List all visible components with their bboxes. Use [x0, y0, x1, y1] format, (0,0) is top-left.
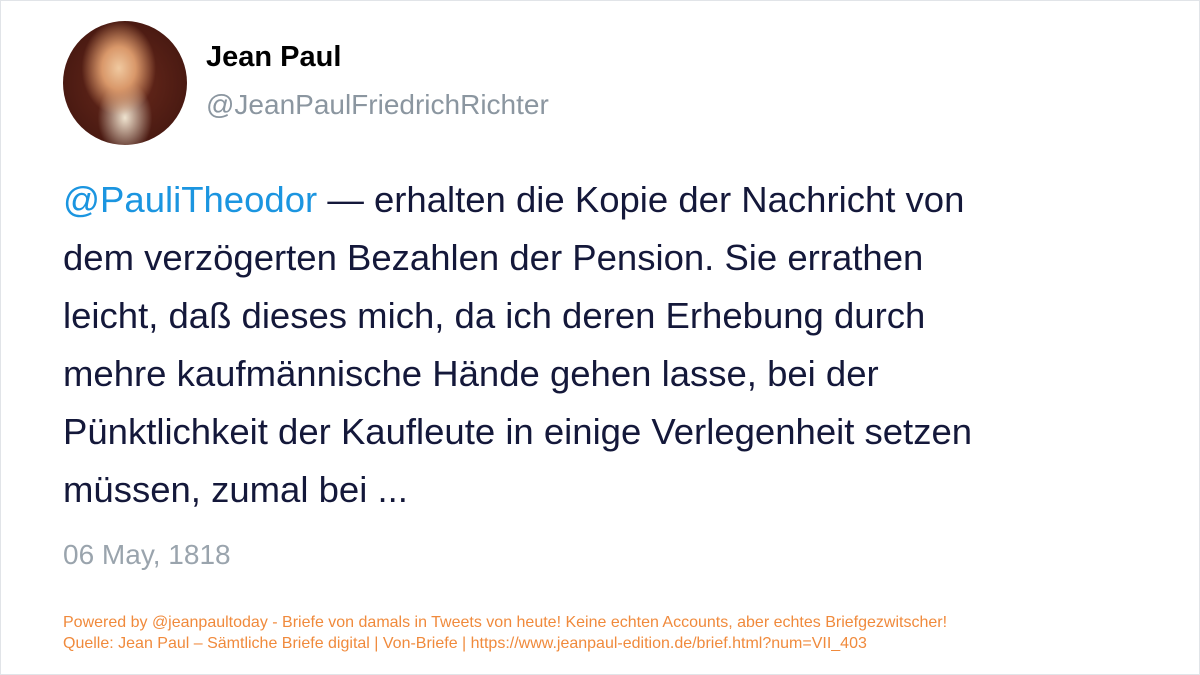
mention-link[interactable]: @PauliTheodor — [63, 179, 317, 220]
author-handle[interactable]: @JeanPaulFriedrichRichter — [206, 89, 549, 121]
footer-credits: Powered by @jeanpaultoday - Briefe von d… — [63, 612, 947, 654]
tweet-line: Pünktlichkeit der Kaufleute in einige Ve… — [63, 411, 973, 452]
avatar-portrait-icon[interactable] — [63, 21, 187, 145]
tweet-line-text: — erhalten die Kopie der Nachricht von — [317, 179, 965, 220]
tweet-line: dem verzögerten Bezahlen der Pension. Si… — [63, 237, 924, 278]
tweet-card: Jean Paul @JeanPaulFriedrichRichter @Pau… — [0, 0, 1200, 675]
footer-source: Quelle: Jean Paul – Sämtliche Briefe dig… — [63, 635, 867, 652]
tweet-line: müssen, zumal bei ... — [63, 469, 408, 510]
footer-powered-by: Powered by @jeanpaultoday - Briefe von d… — [63, 614, 948, 631]
tweet-date: 06 May, 1818 — [63, 539, 231, 570]
tweet-line: @PauliTheodor — erhalten die Kopie der N… — [63, 171, 1163, 229]
tweet-line: mehre kaufmännische Hände gehen lasse, b… — [63, 353, 879, 394]
tweet-line: leicht, daß dieses mich, da ich deren Er… — [63, 295, 926, 336]
author-name[interactable]: Jean Paul — [206, 41, 341, 74]
tweet-text: @PauliTheodor — erhalten die Kopie der N… — [63, 171, 1163, 519]
